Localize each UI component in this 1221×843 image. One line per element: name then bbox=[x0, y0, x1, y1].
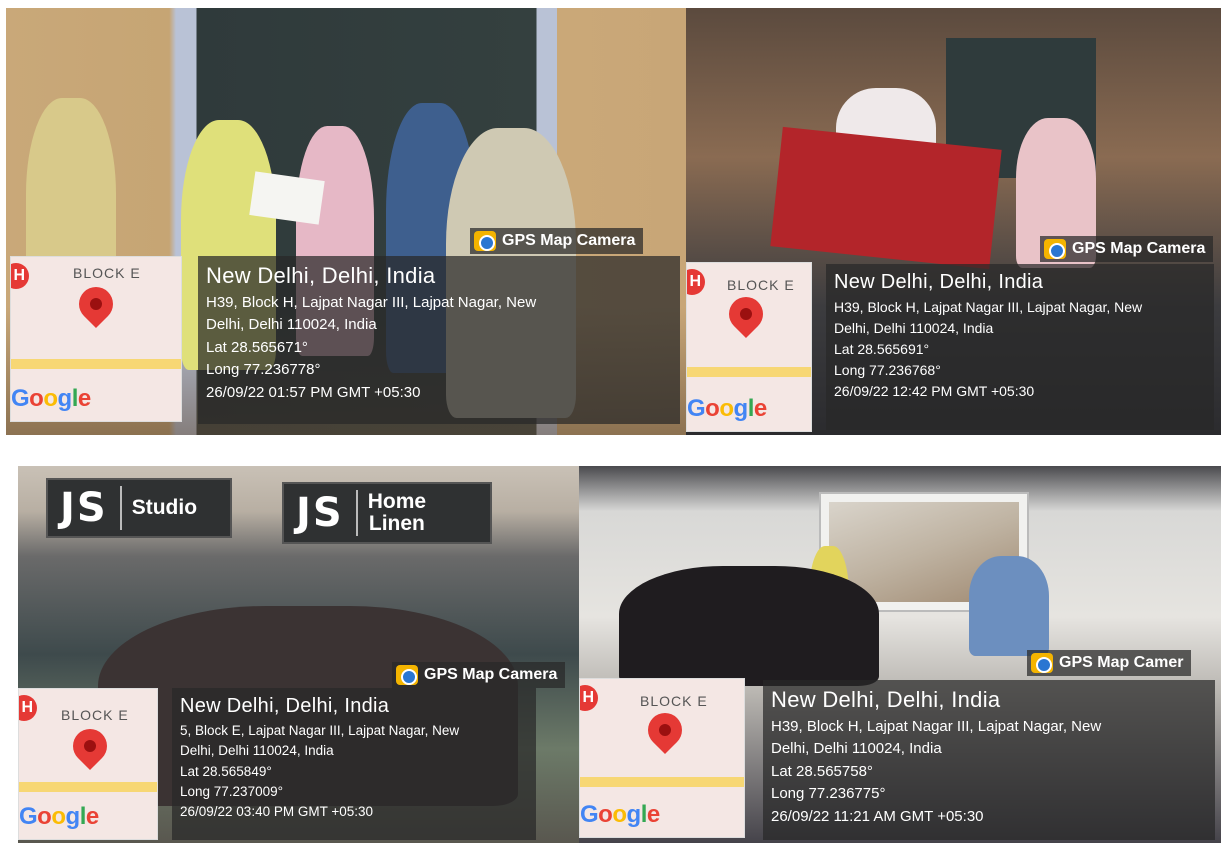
address-line-1: H39, Block H, Lajpat Nagar III, Lajpat N… bbox=[206, 293, 537, 311]
location-map: H BLOCK E Google bbox=[579, 678, 745, 838]
address-line-2: Delhi, Delhi 110024, India bbox=[206, 316, 377, 333]
gps-info-stamp: New Delhi, Delhi, India H39, Block H, La… bbox=[763, 680, 1215, 840]
map-pin-icon bbox=[65, 721, 115, 771]
latitude: Lat 28.565849° bbox=[180, 763, 272, 779]
map-block-label: BLOCK E bbox=[61, 707, 129, 723]
map-block-label: BLOCK E bbox=[727, 277, 795, 293]
address-line-2: Delhi, Delhi 110024, India bbox=[771, 740, 942, 757]
sign-text: Home Linen bbox=[367, 489, 427, 535]
photo-presentation: GPS Map Camer H BLOCK E Google New Delhi… bbox=[579, 466, 1221, 843]
audience-figure bbox=[969, 556, 1049, 656]
google-logo: Google bbox=[19, 803, 99, 830]
camera-label: GPS Map Camera bbox=[1040, 236, 1214, 262]
js-home-linen-sign: JS Home Linen bbox=[282, 482, 492, 544]
camera-label: GPS Map Camera bbox=[470, 228, 644, 254]
latitude: Lat 28.565758° bbox=[771, 762, 873, 780]
map-block-label: BLOCK E bbox=[73, 265, 141, 281]
camera-label: GPS Map Camera bbox=[392, 662, 566, 688]
camera-label-text: GPS Map Camera bbox=[424, 666, 558, 683]
location-map: H BLOCK E Google bbox=[18, 688, 158, 840]
photo-fabric-draping: GPS Map Camera H BLOCK E Google New Delh… bbox=[686, 8, 1221, 435]
hospital-pin-icon: H bbox=[687, 269, 705, 295]
address-line-1: 5, Block E, Lajpat Nagar III, Lajpat Nag… bbox=[180, 723, 460, 738]
address-line-2: Delhi, Delhi 110024, India bbox=[834, 320, 994, 336]
timestamp: 26/09/22 01:57 PM GMT +05:30 bbox=[206, 383, 421, 401]
camera-label-text: GPS Map Camera bbox=[1072, 240, 1206, 257]
gps-info-stamp: New Delhi, Delhi, India H39, Block H, La… bbox=[198, 256, 680, 424]
js-studio-sign: JS Studio bbox=[46, 478, 232, 538]
camera-label: GPS Map Camer bbox=[1027, 650, 1192, 676]
sign-logo: JS bbox=[60, 485, 108, 531]
gps-map-camera-icon bbox=[1031, 653, 1053, 673]
audience-figures bbox=[619, 566, 879, 686]
map-block-label: BLOCK E bbox=[640, 693, 708, 709]
gps-info-stamp: New Delhi, Delhi, India 5, Block E, Lajp… bbox=[172, 688, 536, 840]
google-logo: Google bbox=[11, 385, 91, 412]
gps-map-camera-icon bbox=[474, 231, 496, 251]
map-pin-icon bbox=[71, 279, 121, 329]
address-line-2: Delhi, Delhi 110024, India bbox=[180, 743, 334, 759]
camera-label-text: GPS Map Camera bbox=[502, 232, 636, 249]
longitude: Long 77.236778° bbox=[206, 361, 321, 378]
address-line-1: H39, Block H, Lajpat Nagar III, Lajpat N… bbox=[834, 299, 1143, 315]
photo-certificate-ceremony: GPS Map Camera H BLOCK E Google New Delh… bbox=[6, 8, 686, 435]
map-pin-icon bbox=[721, 289, 771, 339]
location-title: New Delhi, Delhi, India bbox=[771, 687, 1001, 712]
longitude: Long 77.236768° bbox=[834, 362, 941, 378]
longitude: Long 77.237009° bbox=[180, 783, 283, 799]
hospital-pin-icon: H bbox=[19, 695, 37, 721]
timestamp: 26/09/22 11:21 AM GMT +05:30 bbox=[771, 807, 984, 825]
hospital-pin-icon: H bbox=[11, 263, 29, 289]
google-logo: Google bbox=[687, 395, 767, 422]
timestamp: 26/09/22 12:42 PM GMT +05:30 bbox=[834, 383, 1035, 399]
latitude: Lat 28.565671° bbox=[206, 338, 308, 356]
location-title: New Delhi, Delhi, India bbox=[834, 271, 1044, 293]
sign-text: Studio bbox=[131, 495, 198, 519]
location-map: H BLOCK E Google bbox=[10, 256, 182, 422]
sign-logo: JS bbox=[296, 490, 344, 536]
google-logo: Google bbox=[580, 801, 660, 828]
address-line-1: H39, Block H, Lajpat Nagar III, Lajpat N… bbox=[771, 717, 1102, 735]
location-title: New Delhi, Delhi, India bbox=[180, 695, 390, 717]
gps-map-camera-icon bbox=[396, 665, 418, 685]
timestamp: 26/09/22 03:40 PM GMT +05:30 bbox=[180, 804, 374, 819]
gps-map-camera-icon bbox=[1044, 239, 1066, 259]
map-pin-icon bbox=[640, 705, 690, 755]
gps-info-stamp: New Delhi, Delhi, India H39, Block H, La… bbox=[826, 264, 1214, 430]
location-title: New Delhi, Delhi, India bbox=[206, 263, 436, 288]
red-fabric bbox=[770, 126, 1002, 270]
camera-label-text: GPS Map Camer bbox=[1059, 654, 1184, 671]
photo-group-studio: JS Studio JS Home Linen GPS Map Camera H … bbox=[18, 466, 579, 843]
location-map: H BLOCK E Google bbox=[686, 262, 812, 432]
longitude: Long 77.236775° bbox=[771, 785, 886, 802]
hospital-pin-icon: H bbox=[580, 685, 598, 711]
latitude: Lat 28.565691° bbox=[834, 341, 930, 357]
